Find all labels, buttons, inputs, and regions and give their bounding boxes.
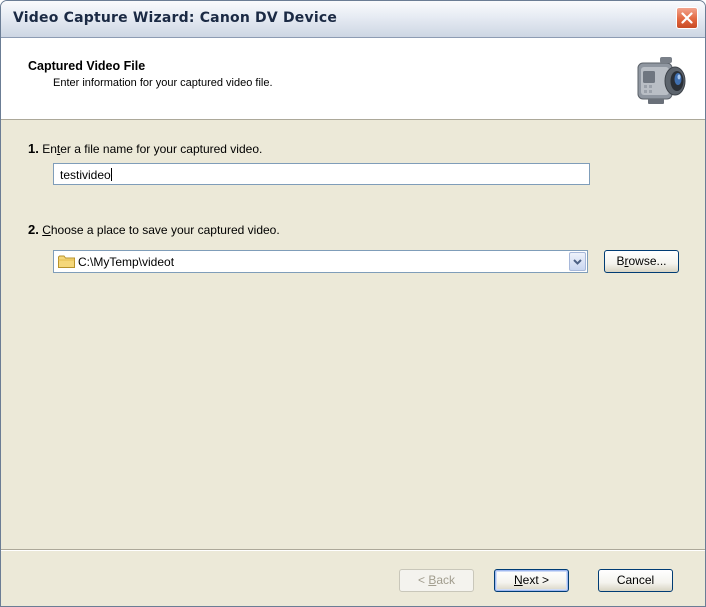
window-title: Video Capture Wizard: Canon DV Device [13,10,338,26]
footer-divider [1,549,705,551]
cancel-button[interactable]: Cancel [598,569,673,592]
wizard-header: Captured Video File Enter information fo… [1,38,705,120]
chevron-down-icon [573,259,582,265]
step2-label: 2. Choose a place to save your captured … [28,222,280,237]
folder-icon [58,255,75,268]
page-subtitle: Enter information for your captured vide… [53,77,273,89]
camcorder-icon [637,57,686,104]
text-caret [110,168,112,181]
title-bar[interactable]: Video Capture Wizard: Canon DV Device [1,1,705,38]
save-location-value: C:\MyTemp\videot [78,255,175,269]
browse-button[interactable]: Browse... [604,250,679,273]
dropdown-button[interactable] [569,252,586,271]
step1-label: 1. Enter a file name for your captured v… [28,141,263,156]
close-icon [681,12,693,24]
next-button[interactable]: Next > [494,569,569,592]
file-name-value: testivideo [60,168,112,182]
wizard-window: Video Capture Wizard: Canon DV Device Ca… [0,0,706,607]
save-location-dropdown[interactable]: C:\MyTemp\videot [53,250,588,273]
page-title: Captured Video File [28,59,146,73]
file-name-input[interactable]: testivideo [53,163,590,185]
close-button[interactable] [676,7,698,29]
back-button[interactable]: < Back [399,569,474,592]
